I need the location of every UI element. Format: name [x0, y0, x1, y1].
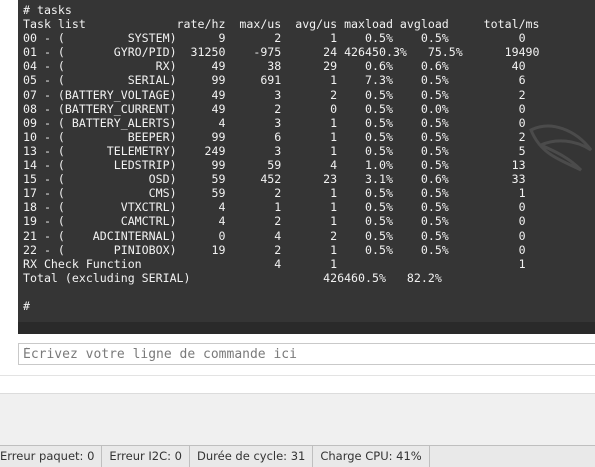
console-line: 07 - (BATTERY_VOLTAGE) 49 3 2 0.5% 0.5% … [23, 87, 526, 102]
console-line: # tasks [23, 3, 72, 17]
bottom-panel [0, 393, 595, 446]
console-line: # [23, 298, 30, 313]
console-line: Total (excluding SERIAL) 426460.5% 82.2% [23, 270, 442, 285]
status-bar: Erreur paquet: 0 Erreur I2C: 0 Durée de … [0, 445, 595, 467]
packet-error-status: Erreur paquet: 0 [0, 446, 103, 467]
console-line: 04 - ( RX) 49 38 29 0.6% 0.6% 40 [23, 59, 526, 74]
console-line: 21 - ( ADCINTERNAL) 0 4 2 0.5% 0.5% 0 [23, 228, 526, 243]
console-bottom-bar [18, 322, 595, 334]
betaflight-logo-watermark-icon [529, 124, 593, 172]
console-line: Task list rate/hz max/us avg/us maxload … [23, 17, 540, 32]
console-line: RX Check Function 4 1 1 [23, 256, 526, 271]
cpu-load-status: Charge CPU: 41% [313, 446, 430, 467]
console-line: 05 - ( SERIAL) 99 691 1 7.3% 0.5% 6 [23, 73, 526, 88]
console-line: 13 - ( TELEMETRY) 249 3 1 0.5% 0.5% 5 [23, 143, 526, 158]
console-line: 08 - (BATTERY_CURRENT) 49 2 0 0.5% 0.0% … [23, 101, 526, 116]
console-line: 15 - ( OSD) 59 452 23 3.1% 0.6% 33 [23, 172, 526, 187]
cycle-time-status: Durée de cycle: 31 [190, 446, 314, 467]
divider [0, 375, 595, 376]
console-text: # tasks Task list rate/hz max/us avg/us m… [23, 3, 540, 313]
cli-console-output: # tasks Task list rate/hz max/us avg/us m… [18, 0, 595, 334]
console-line: 09 - ( BATTERY_ALERTS) 4 3 1 0.5% 0.5% 0 [23, 115, 526, 130]
console-line: 01 - ( GYRO/PID) 31250 -975 24 426450.3%… [23, 45, 540, 60]
console-line: 00 - ( SYSTEM) 9 2 1 0.5% 0.5% 0 [23, 31, 526, 46]
console-line: 18 - ( VTXCTRL) 4 1 1 0.5% 0.5% 0 [23, 200, 526, 215]
i2c-error-status: Erreur I2C: 0 [102, 446, 190, 467]
console-line: 22 - ( PINIOBOX) 19 2 1 0.5% 0.5% 0 [23, 242, 526, 257]
console-line: 19 - ( CAMCTRL) 4 2 1 0.5% 0.5% 0 [23, 214, 526, 229]
command-line-input[interactable] [18, 343, 595, 365]
console-line: 17 - ( CMS) 59 2 1 0.5% 0.5% 1 [23, 186, 526, 201]
console-line: 10 - ( BEEPER) 99 6 1 0.5% 0.5% 2 [23, 129, 526, 144]
console-line: 14 - ( LEDSTRIP) 99 59 4 1.0% 0.5% 13 [23, 158, 526, 173]
